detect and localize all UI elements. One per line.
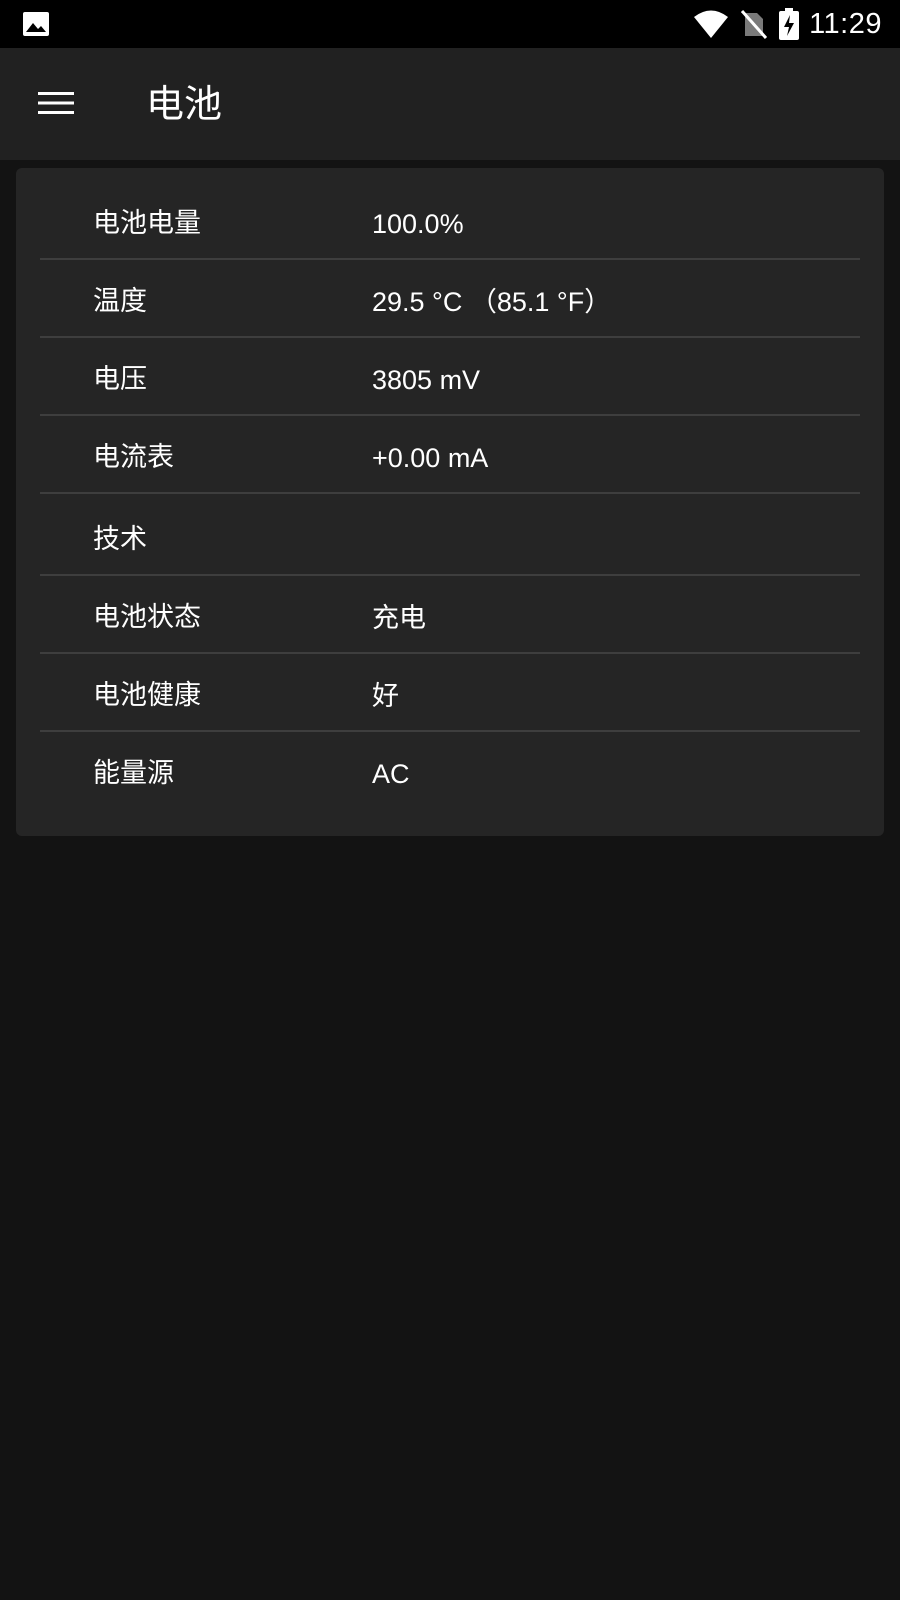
hamburger-menu-icon — [38, 92, 74, 114]
no-sim-icon — [741, 10, 768, 39]
row-value: 好 — [372, 681, 399, 711]
wifi-icon — [694, 10, 729, 38]
row-value: 100.0% — [372, 209, 464, 239]
row-label: 电池电量 — [93, 208, 201, 239]
app-bar: 电池 — [0, 48, 900, 160]
menu-button[interactable] — [28, 75, 84, 131]
status-time: 11:29 — [809, 7, 882, 40]
status-icons: 11:29 — [681, 0, 882, 48]
battery-charging-icon — [779, 8, 800, 40]
row-battery-status: 电池状态 充电 — [40, 576, 860, 654]
row-label: 技术 — [93, 524, 147, 555]
row-label: 电流表 — [93, 442, 174, 473]
page-title: 电池 — [146, 82, 223, 126]
row-technology: 技术 — [40, 494, 860, 576]
row-label: 能量源 — [93, 758, 174, 789]
row-value: 充电 — [372, 603, 426, 633]
row-label: 电压 — [93, 364, 147, 395]
status-bar: 11:29 — [0, 0, 900, 48]
row-current: 电流表 +0.00 mA — [40, 416, 860, 494]
row-value: AC — [372, 759, 410, 789]
row-power-source: 能量源 AC — [40, 732, 860, 810]
image-icon — [23, 12, 49, 36]
row-voltage: 电压 3805 mV — [40, 338, 860, 416]
row-battery-level: 电池电量 100.0% — [40, 182, 860, 260]
row-label: 电池状态 — [93, 602, 201, 633]
battery-info-card: 电池电量 100.0% 温度 29.5 °C （85.1 °F） 电压 3805… — [16, 168, 884, 836]
row-temperature: 温度 29.5 °C （85.1 °F） — [40, 260, 860, 338]
row-battery-health: 电池健康 好 — [40, 654, 860, 732]
row-label: 电池健康 — [93, 680, 201, 711]
row-value: 3805 mV — [372, 365, 481, 395]
row-value: 29.5 °C （85.1 °F） — [372, 287, 612, 317]
row-label: 温度 — [93, 286, 147, 317]
row-value: +0.00 mA — [372, 443, 489, 473]
